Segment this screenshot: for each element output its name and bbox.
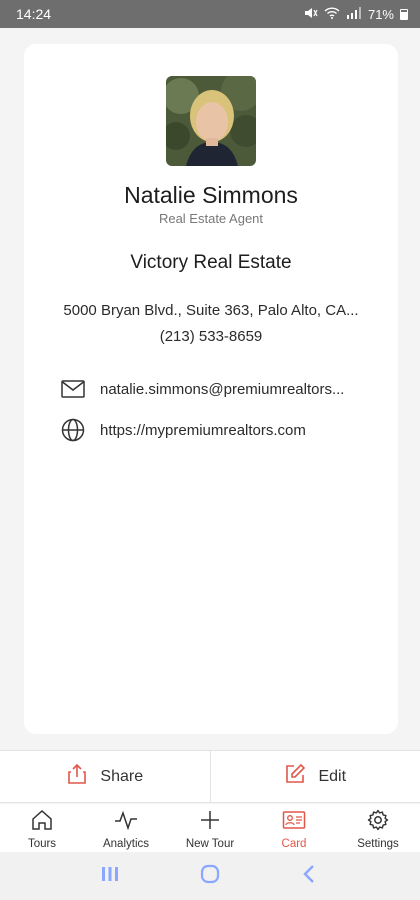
website-url[interactable]: https://mypremiumrealtors.com [100,422,306,439]
tab-label: Analytics [102,838,150,850]
email-row[interactable]: natalie.simmons@premiumrealtors... [60,376,378,402]
address[interactable]: 5000 Bryan Blvd., Suite 363, Palo Alto, … [24,302,398,319]
tab-settings[interactable]: Settings [336,804,420,852]
pulse-icon [114,808,138,835]
tab-tours[interactable]: Tours [0,804,84,852]
wifi-icon [324,6,340,22]
phone-number[interactable]: (213) 533-8659 [24,328,398,345]
status-time: 14:24 [16,6,52,22]
tab-label: Card [281,838,307,850]
edit-icon [284,763,306,790]
home-icon [30,808,54,835]
status-bar: 14:24 71% [0,0,420,28]
battery-icon [400,8,408,20]
tab-label: New Tour [185,838,235,850]
home-nav-icon[interactable] [199,863,221,890]
job-title: Real Estate Agent [158,211,264,226]
plus-icon [198,808,222,835]
tab-card[interactable]: Card [252,804,336,852]
action-bar: Share Edit [0,750,420,803]
mail-icon [60,376,86,402]
recents-icon[interactable] [99,863,121,890]
tab-new-tour[interactable]: New Tour [168,804,252,852]
globe-icon [60,417,86,443]
business-card: Natalie Simmons Real Estate Agent Victor… [24,44,398,734]
id-card-icon [282,808,306,835]
battery-percent: 71% [367,6,394,22]
email-address[interactable]: natalie.simmons@premiumrealtors... [100,381,344,398]
share-icon [66,763,88,790]
gear-icon [366,808,390,835]
bottom-tab-bar: Tours Analytics New Tour Card Settings [0,804,420,852]
avatar [166,76,256,166]
share-label: Share [100,767,144,785]
tab-label: Settings [357,838,399,850]
mute-icon [304,7,318,22]
signal-icon [346,6,362,22]
share-button[interactable]: Share [0,751,210,802]
company-name: Victory Real Estate [130,252,292,273]
edit-label: Edit [318,767,347,785]
back-icon[interactable] [299,863,321,890]
tab-label: Tours [27,838,57,850]
system-nav-bar [0,852,420,900]
tab-analytics[interactable]: Analytics [84,804,168,852]
website-row[interactable]: https://mypremiumrealtors.com [60,417,378,443]
edit-button[interactable]: Edit [209,751,420,802]
status-icons: 71% [304,6,408,22]
contact-name: Natalie Simmons [124,182,298,208]
